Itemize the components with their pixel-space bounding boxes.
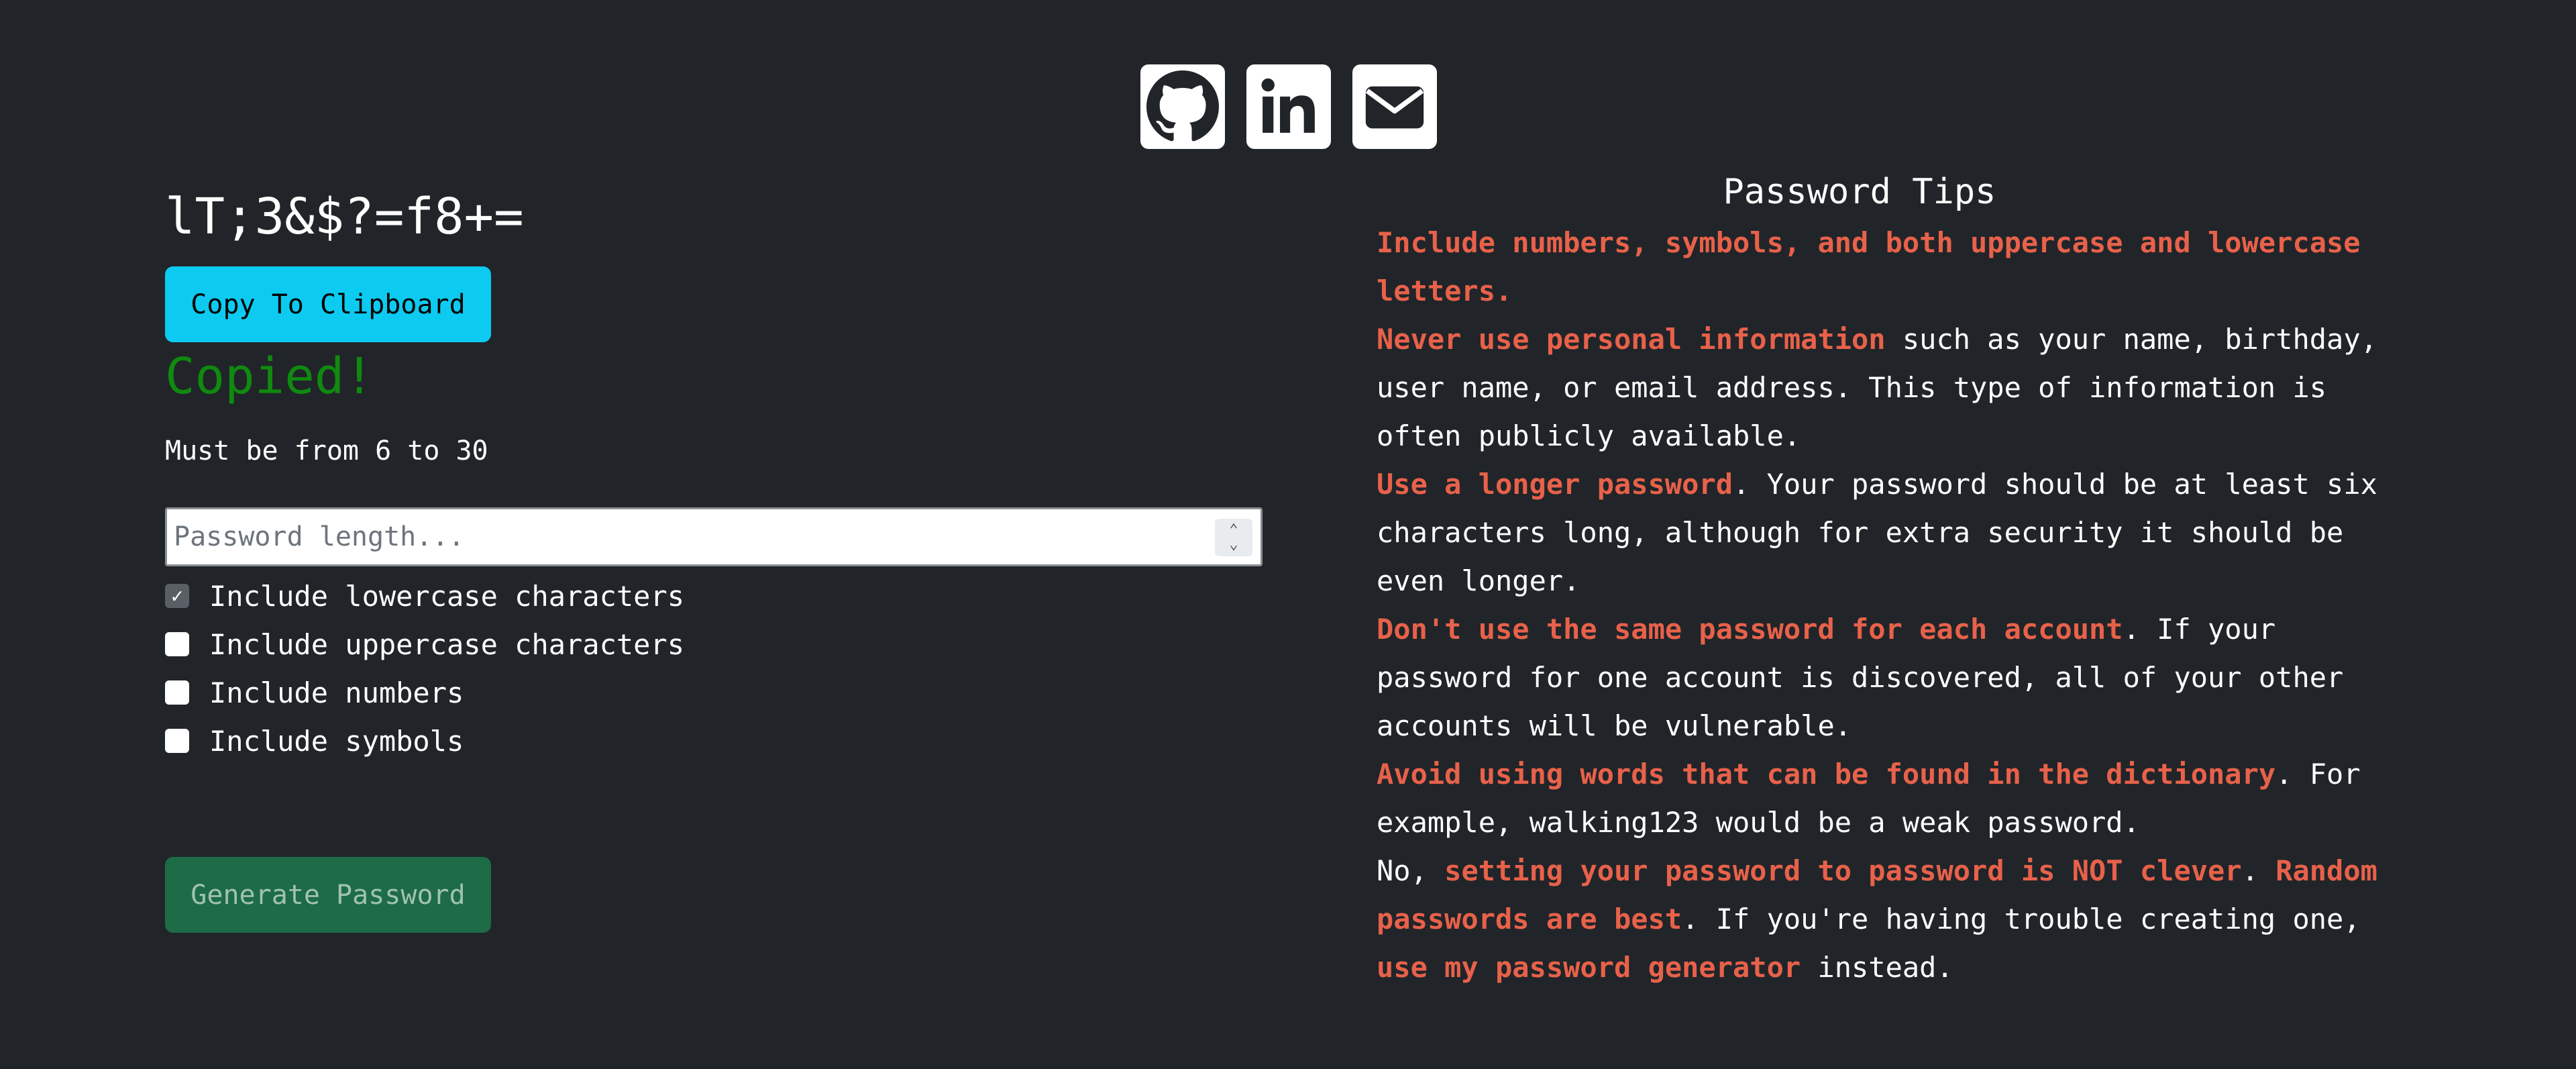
generate-password-button[interactable]: Generate Password — [165, 857, 491, 933]
copy-to-clipboard-button[interactable]: Copy To Clipboard — [165, 266, 491, 342]
password-length-input[interactable] — [167, 509, 1260, 564]
social-links — [1140, 64, 1437, 149]
email-link[interactable] — [1352, 64, 1437, 149]
option-label: Include lowercase characters — [209, 579, 685, 613]
tips-title: Password Tips — [1723, 172, 1996, 212]
password-length-field: ⌃ ⌄ — [165, 507, 1263, 566]
uppercase-checkbox[interactable] — [165, 632, 189, 656]
option-label: Include symbols — [209, 724, 464, 758]
option-uppercase[interactable]: Include uppercase characters — [165, 620, 684, 668]
tip-item: Include numbers, symbols, and both upper… — [1377, 226, 2361, 307]
chevron-up-icon[interactable]: ⌃ — [1229, 523, 1238, 538]
length-hint: Must be from 6 to 30 — [165, 436, 488, 466]
github-icon — [1146, 70, 1219, 142]
tip-item: Never use personal information such as y… — [1377, 323, 2377, 452]
option-lowercase[interactable]: ✓ Include lowercase characters — [165, 572, 684, 620]
linkedin-icon — [1261, 78, 1315, 133]
option-numbers[interactable]: Include numbers — [165, 668, 684, 717]
chevron-down-icon[interactable]: ⌄ — [1229, 538, 1238, 552]
password-generator-link[interactable]: use my password generator — [1377, 951, 1801, 984]
character-options: ✓ Include lowercase characters Include u… — [165, 572, 684, 765]
lowercase-checkbox[interactable]: ✓ — [165, 584, 189, 608]
tip-item: Don't use the same password for each acc… — [1377, 613, 2344, 742]
numbers-checkbox[interactable] — [165, 680, 189, 705]
tip-item: Use a longer password. Your password sho… — [1377, 468, 2377, 597]
symbols-checkbox[interactable] — [165, 729, 189, 753]
github-link[interactable] — [1140, 64, 1225, 149]
copied-status: Copied! — [165, 348, 374, 405]
password-tips: Password Tips Include numbers, symbols, … — [1377, 165, 2423, 992]
tip-item: No, setting your password to password is… — [1377, 854, 2377, 984]
option-label: Include numbers — [209, 676, 464, 709]
option-label: Include uppercase characters — [209, 627, 685, 661]
linkedin-link[interactable] — [1246, 64, 1331, 149]
generated-password: lT;3&$?=f8+= — [165, 188, 524, 246]
length-stepper[interactable]: ⌃ ⌄ — [1215, 519, 1252, 556]
tip-item: Avoid using words that can be found in t… — [1377, 758, 2361, 839]
envelope-icon — [1365, 86, 1424, 129]
option-symbols[interactable]: Include symbols — [165, 717, 684, 765]
